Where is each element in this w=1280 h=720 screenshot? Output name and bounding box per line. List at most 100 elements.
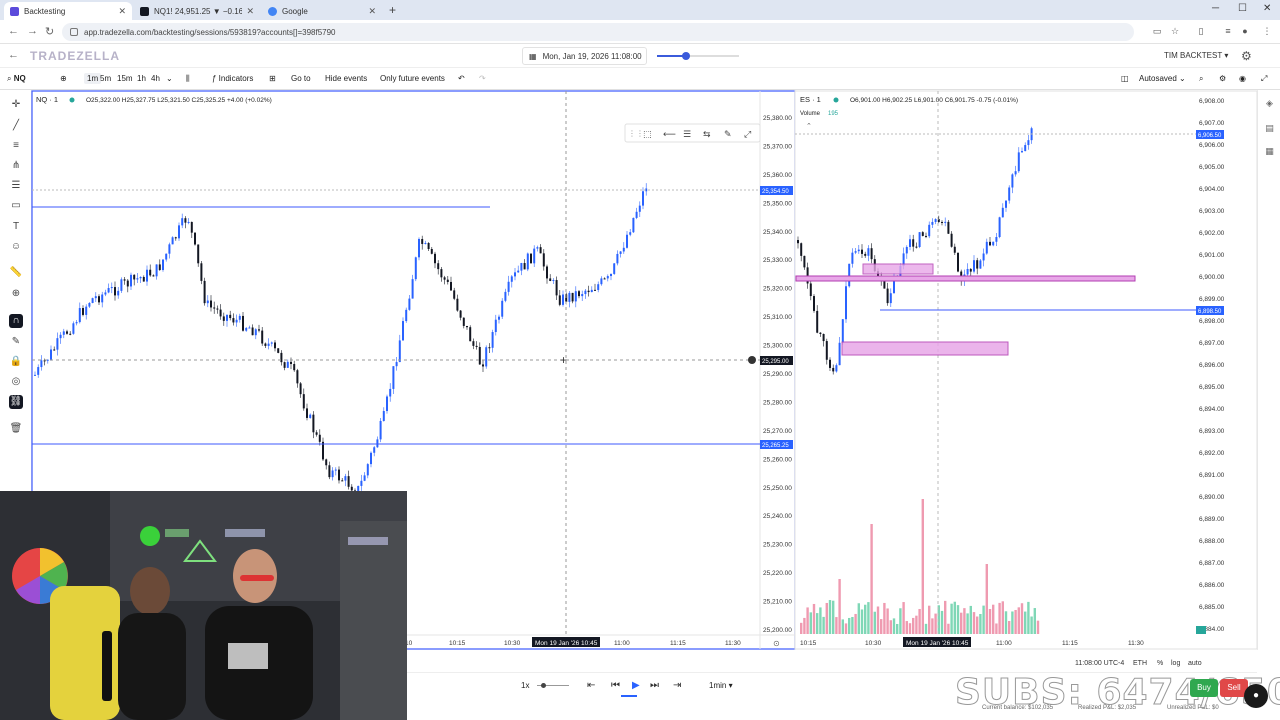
nq-candle-body (533, 248, 536, 264)
nq-candle-body (450, 281, 452, 291)
es-time-tick: 11:00 (996, 640, 1012, 647)
step-forward-icon[interactable]: ⏭ (650, 680, 659, 691)
log-toggle[interactable]: log (1171, 660, 1180, 667)
nq-candle-body (91, 298, 94, 303)
nq-candle-body (350, 486, 353, 491)
es-volume-bar (854, 613, 857, 634)
nq-candle-body (325, 459, 328, 466)
nq-candle-body (194, 232, 196, 245)
align-icon[interactable]: ⇆ (703, 129, 711, 139)
nq-crosshair-badge-text: 25,295.00 (762, 359, 789, 365)
settings-lines-icon[interactable]: ☰ (683, 129, 691, 139)
es-price-tick: 6,898.00 (1199, 318, 1225, 325)
nq-upper-badge-text: 25,354.50 (762, 189, 789, 195)
nq-candle-body (334, 469, 337, 471)
replay-interval-select[interactable]: 1min ▾ (709, 681, 733, 690)
es-volume-bar (998, 602, 1001, 634)
nq-price-tick: 25,220.00 (763, 570, 792, 577)
es-volume-bar (819, 607, 822, 634)
pen-icon[interactable]: ✎ (724, 129, 732, 139)
es-volume-bar (976, 616, 979, 634)
es-volume-bar (918, 608, 921, 634)
reset-zoom-icon[interactable]: ⊙ (773, 639, 780, 648)
jump-forward-icon[interactable]: ⇥ (673, 680, 681, 691)
nq-candle-body (571, 292, 574, 302)
percent-toggle[interactable]: % (1157, 660, 1163, 667)
es-volume-bar (1036, 620, 1040, 634)
nq-candle-body (386, 396, 388, 412)
es-volume-bar (851, 616, 854, 634)
nq-candle-body (626, 234, 628, 248)
utc-clock[interactable]: 11:08:00 UTC-4 (1075, 660, 1124, 667)
nq-lower-price-badge: 25,265.25 (760, 440, 793, 449)
es-volume-bar (803, 617, 806, 634)
nq-price-tick: 25,230.00 (763, 542, 792, 549)
nq-candle-body (635, 211, 638, 218)
es-volume-bar (924, 623, 928, 634)
add-alert-icon[interactable] (748, 356, 756, 364)
nq-candle-body (50, 349, 52, 360)
nq-candle-body (616, 253, 619, 264)
nq-price-tick: 25,210.00 (763, 599, 792, 606)
es-zone-lower[interactable] (841, 341, 1009, 356)
nq-candle-body (232, 318, 235, 323)
nq-candle-body (242, 315, 244, 331)
nq-candle-body (642, 191, 644, 206)
es-price-tick: 6,894.00 (1199, 406, 1225, 413)
es-price-tick: 6,887.00 (1199, 560, 1225, 567)
es-price-tick: 6,903.00 (1199, 208, 1225, 215)
replay-slider-knob[interactable] (541, 683, 546, 688)
es-zone-long[interactable] (795, 275, 1136, 282)
es-candle-body (867, 248, 870, 256)
es-candle-body (803, 255, 806, 268)
es-volume-bar (908, 623, 912, 634)
nq-candle-body (360, 480, 363, 486)
nq-candle-body (206, 300, 209, 304)
drag-handle-icon[interactable]: ⋮⋮ (628, 129, 644, 138)
nq-candle-body (542, 253, 545, 267)
nq-candle-body (430, 248, 433, 254)
es-volume-bar (1001, 601, 1004, 634)
nq-candle-body (475, 345, 478, 348)
es-candle-body (816, 310, 819, 333)
nq-candle-body (341, 480, 344, 482)
collapse-legend-icon[interactable]: ⌃ (806, 123, 812, 130)
nq-price-tick: 25,300.00 (763, 343, 792, 350)
nq-price-tick: 25,360.00 (763, 172, 792, 179)
nq-candle-body (168, 244, 171, 254)
session-type[interactable]: ETH (1133, 660, 1147, 667)
nq-candle-body (69, 333, 72, 335)
es-zone-upper[interactable] (862, 263, 934, 275)
step-back-icon[interactable]: ⏮ (611, 680, 620, 691)
replay-speed-label[interactable]: 1x (521, 681, 529, 690)
nq-candle-body (235, 319, 238, 323)
es-chart-frame[interactable] (794, 90, 1258, 650)
nq-candle-body (456, 298, 459, 311)
nq-price-tick: 25,340.00 (763, 229, 792, 236)
es-time-tick: 10:30 (865, 640, 882, 647)
auto-toggle[interactable]: auto (1188, 660, 1202, 667)
webcam-overlay (0, 491, 407, 720)
nq-candle-body (482, 364, 484, 367)
nq-candle-body (373, 447, 376, 453)
expand-diagonal-icon[interactable]: ⤢ (743, 129, 751, 139)
nq-candle-body (395, 362, 398, 367)
nq-candle-body (274, 342, 276, 349)
play-icon[interactable]: ▶ (632, 680, 640, 691)
nq-price-tick: 25,280.00 (763, 399, 792, 406)
select-rect-icon[interactable]: ⬚ (643, 129, 652, 139)
line-tool-small-icon[interactable]: ⟵ (663, 129, 676, 139)
nq-candle-body (453, 290, 456, 299)
chat-icon[interactable]: ● (1244, 684, 1268, 708)
es-volume-bar (864, 604, 867, 634)
nq-candle-body (293, 364, 296, 371)
nq-candle-body (226, 314, 228, 321)
replay-speed-slider[interactable] (537, 683, 569, 688)
nq-candle-body (405, 309, 408, 322)
nq-candle-body (309, 414, 312, 418)
nq-candle-body (485, 347, 488, 367)
buy-button[interactable]: Buy (1190, 679, 1218, 697)
jump-back-icon[interactable]: ⇤ (587, 680, 595, 691)
es-volume-bar (892, 618, 896, 634)
nq-candle-body (510, 276, 513, 282)
